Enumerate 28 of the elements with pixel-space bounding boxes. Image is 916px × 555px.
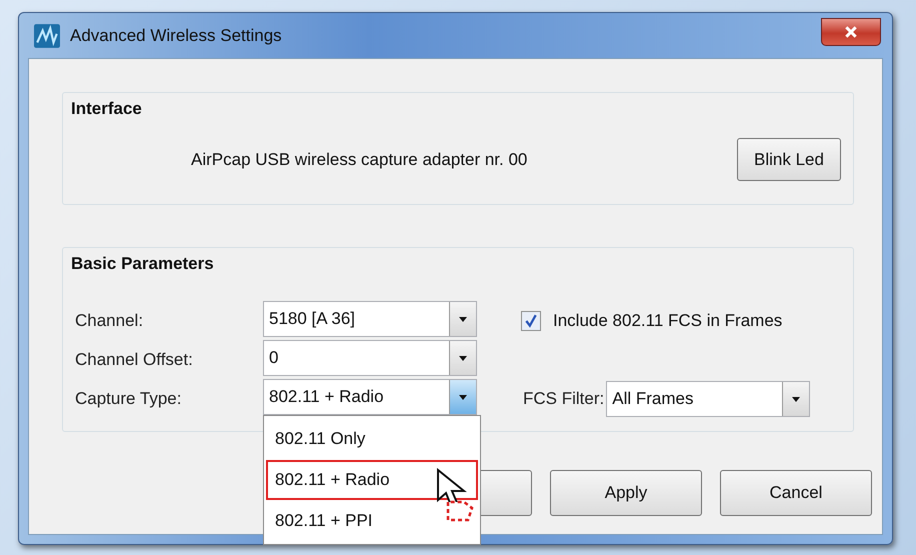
close-button[interactable] [821, 18, 881, 46]
checkbox-label: Include 802.11 FCS in Frames [553, 310, 782, 330]
combo-value: All Frames [611, 388, 694, 408]
combo-box[interactable]: 0 [263, 340, 477, 376]
dialog-button[interactable]: Apply [550, 470, 702, 516]
field-label: Channel: [75, 310, 144, 330]
combo-box[interactable]: All Frames [606, 380, 810, 416]
combo-value: 0 [268, 348, 280, 368]
include-fcs-checkbox[interactable]: Include 802.11 FCS in Frames [521, 310, 845, 330]
window-title: Advanced Wireless Settings [70, 26, 282, 46]
combo-value: 5180 [A 36] [268, 309, 356, 329]
field-label: Capture Type: [75, 388, 182, 408]
group-title: Interface [71, 99, 142, 118]
dropdown-option[interactable]: 802.11 + Radio [266, 460, 478, 500]
wave-icon [34, 24, 60, 48]
checkbox[interactable] [521, 310, 541, 330]
adapter-label: AirPcap USB wireless capture adapter nr. 00 [191, 150, 528, 170]
dropdown-option[interactable]: 802.11 + PPI [266, 501, 478, 541]
field-label: Channel Offset: [75, 350, 194, 370]
combo-value: 802.11 + Radio [268, 387, 385, 407]
combo-box[interactable]: 5180 [A 36] [263, 301, 477, 337]
dropdown-option[interactable]: 802.11 Only [266, 419, 478, 459]
cursor-icon [434, 468, 474, 524]
group-title: Basic Parameters [71, 254, 214, 273]
dialog-button[interactable]: Cancel [720, 470, 872, 516]
field-label: FCS Filter: [523, 388, 604, 408]
blink-led-button[interactable]: Blink Led [737, 138, 841, 181]
close-icon [844, 24, 858, 38]
